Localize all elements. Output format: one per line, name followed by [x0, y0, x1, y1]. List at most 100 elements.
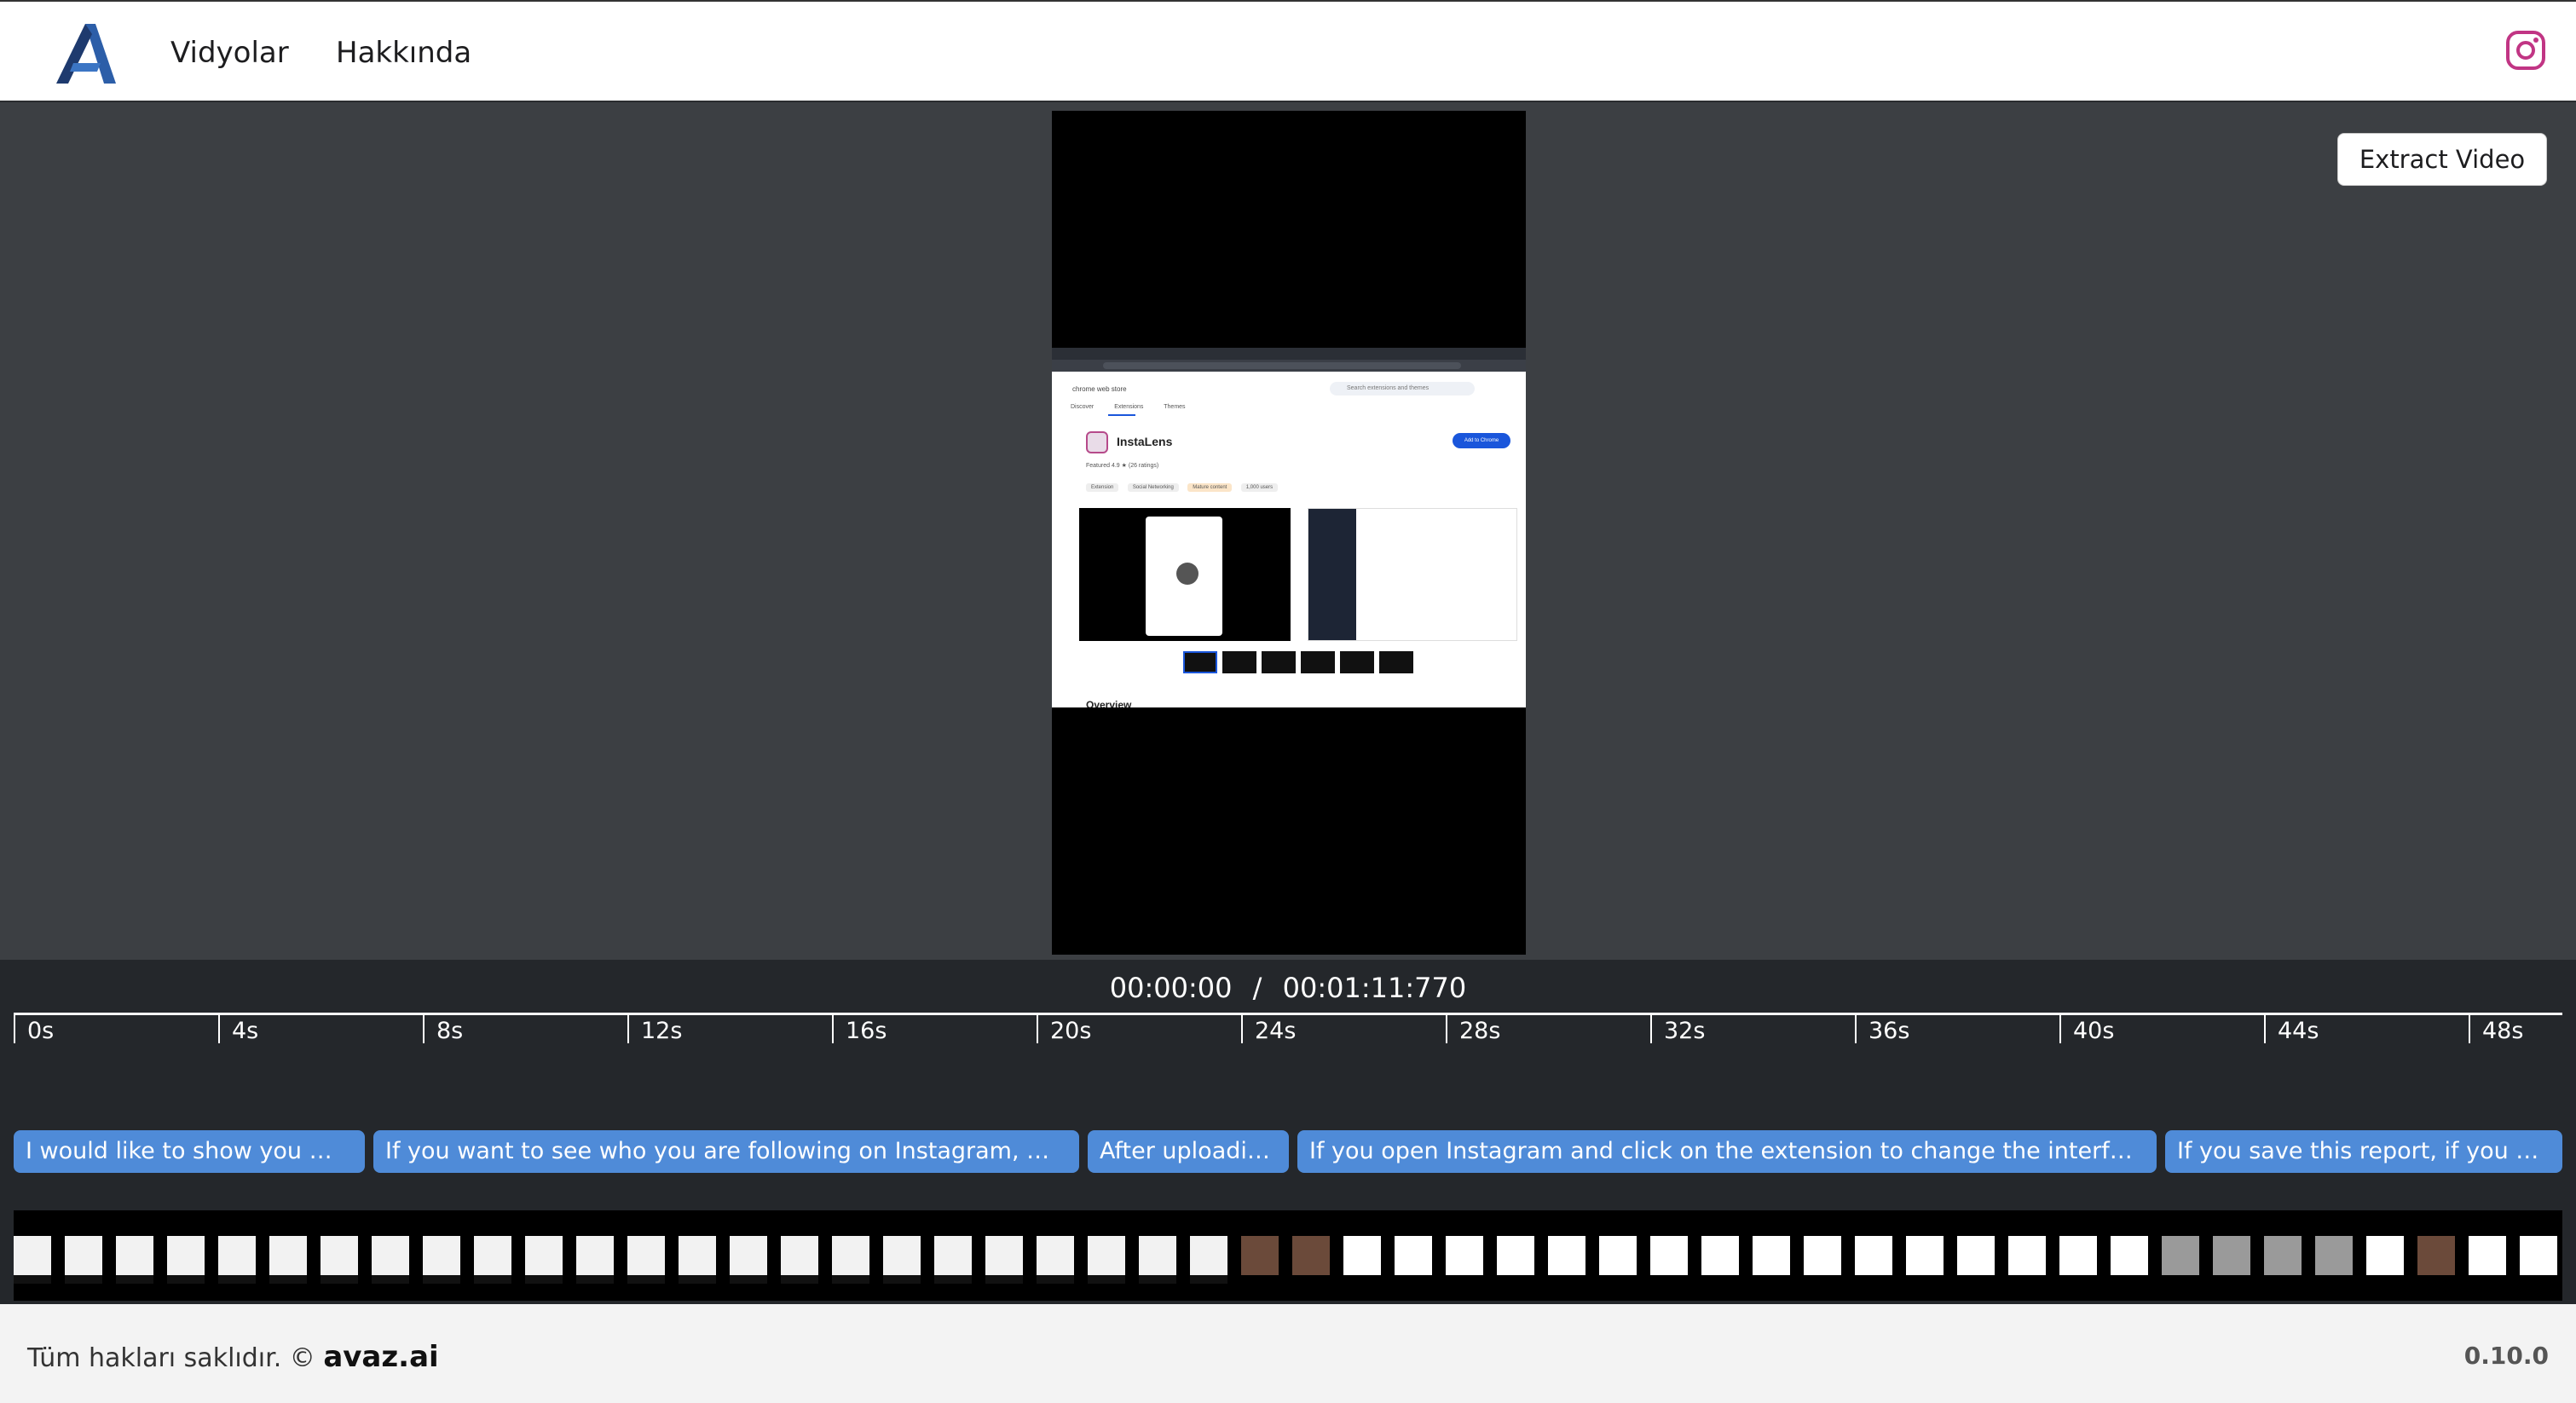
ruler-tick-label: 40s — [2073, 1018, 2115, 1044]
ruler-tick — [2059, 1013, 2061, 1043]
extract-video-button[interactable]: Extract Video — [2337, 133, 2547, 186]
frame-thumbnail[interactable] — [730, 1236, 767, 1284]
frame-thumbnail[interactable] — [2264, 1236, 2302, 1275]
frame-thumbnail[interactable] — [372, 1236, 409, 1284]
frame-thumbnail[interactable] — [679, 1236, 716, 1284]
brand-link[interactable]: avaz.ai — [323, 1340, 438, 1374]
video-preview-area: Extract Video chrome web store Search ex… — [0, 102, 2576, 960]
frame-thumbnail[interactable] — [1548, 1236, 1585, 1275]
ruler-tick-label: 4s — [232, 1018, 259, 1044]
frame-thumbnail[interactable] — [2520, 1236, 2557, 1275]
frame-thumbnail[interactable] — [883, 1236, 921, 1284]
frame-thumbnail[interactable] — [1599, 1236, 1637, 1275]
ruler-tick — [832, 1013, 834, 1043]
frame-thumbnail[interactable] — [781, 1236, 818, 1284]
frame-thumbnail[interactable] — [269, 1236, 307, 1284]
frame-thumbnail[interactable] — [1497, 1236, 1534, 1275]
copyright-text: Tüm hakları saklıdır. © avaz.ai — [27, 1340, 439, 1374]
total-time: 00:01:11:770 — [1282, 972, 1467, 1004]
frame-thumbnail[interactable] — [65, 1236, 102, 1284]
frame-thumbnail[interactable] — [2111, 1236, 2148, 1275]
store-name: chrome web store — [1072, 385, 1127, 393]
frame-thumbnail[interactable] — [1139, 1236, 1176, 1284]
frame-thumbnail[interactable] — [1190, 1236, 1227, 1284]
frame-thumbnail[interactable] — [1753, 1236, 1790, 1275]
ruler-tick-label: 24s — [1255, 1018, 1297, 1044]
store-search-input: Search extensions and themes — [1330, 382, 1475, 395]
subtitle-track: I would like to show you my ... If you w… — [14, 1130, 2562, 1175]
frame-thumbnail[interactable] — [627, 1236, 665, 1284]
frame-thumbnail[interactable] — [1343, 1236, 1381, 1275]
ruler-tick-label: 12s — [641, 1018, 683, 1044]
frame-thumbnail[interactable] — [525, 1236, 563, 1284]
frame-thumbnail[interactable] — [14, 1236, 51, 1284]
frame-thumbnail[interactable] — [1855, 1236, 1892, 1275]
top-navbar: Vidyolar Hakkında — [0, 0, 2576, 102]
ruler-tick — [423, 1013, 425, 1043]
subtitle-segment[interactable]: If you want to see who you are following… — [373, 1130, 1079, 1173]
frame-thumbnail[interactable] — [2059, 1236, 2097, 1275]
ruler-tick-label: 48s — [2482, 1018, 2524, 1044]
frame-thumbnail[interactable] — [167, 1236, 205, 1284]
overview-heading: Overview — [1086, 699, 1132, 707]
time-ruler[interactable]: 0s 4s 8s 12s 16s 20s 24s 28s 32s 36s 40s 44s 48s — [14, 1013, 2562, 1050]
play-icon — [1176, 563, 1198, 585]
frame-thumbnail[interactable] — [2417, 1236, 2455, 1275]
chip: Social Networking — [1127, 483, 1179, 492]
video-frame: chrome web store Search extensions and t… — [1052, 348, 1526, 707]
ruler-tick — [1650, 1013, 1652, 1043]
frame-thumbnail[interactable] — [474, 1236, 511, 1284]
frame-thumbnail[interactable] — [2213, 1236, 2250, 1275]
subtitle-segment[interactable]: If you save this report, if you compa — [2165, 1130, 2562, 1173]
frame-thumbnail-strip[interactable] — [14, 1210, 2562, 1301]
nav-about-link[interactable]: Hakkında — [336, 36, 471, 70]
frame-thumbnail[interactable] — [2366, 1236, 2404, 1275]
frame-thumbnail[interactable] — [832, 1236, 869, 1284]
subtitle-segment[interactable]: If you open Instagram and click on the e… — [1297, 1130, 2157, 1173]
frame-thumbnail[interactable] — [1701, 1236, 1739, 1275]
frame-thumbnail[interactable] — [2315, 1236, 2353, 1275]
active-tab-indicator — [1108, 414, 1135, 416]
browser-tab-bar — [1052, 348, 1526, 360]
frame-thumbnail[interactable] — [1088, 1236, 1125, 1284]
subtitle-segment[interactable]: After uploadin... — [1088, 1130, 1289, 1173]
instagram-icon[interactable] — [2504, 29, 2547, 72]
footer: Tüm hakları saklıdır. © avaz.ai 0.10.0 — [0, 1304, 2576, 1403]
add-to-chrome-button: Add to Chrome — [1453, 433, 1510, 448]
frame-thumbnail[interactable] — [1957, 1236, 1995, 1275]
subtitle-segment[interactable]: I would like to show you my ... — [14, 1130, 365, 1173]
frame-thumbnail[interactable] — [985, 1236, 1023, 1284]
frame-thumbnail[interactable] — [218, 1236, 256, 1284]
timeline-panel: 00:00:00 / 00:01:11:770 0s 4s 8s 12s 16s 20s 2… — [0, 960, 2576, 1304]
frame-thumbnail[interactable] — [1650, 1236, 1688, 1275]
timecode-display: 00:00:00 / 00:01:11:770 — [0, 972, 2576, 1004]
ruler-tick-label: 0s — [27, 1018, 55, 1044]
frame-thumbnail[interactable] — [1292, 1236, 1330, 1275]
time-separator: / — [1252, 972, 1262, 1004]
nav-videos-link[interactable]: Vidyolar — [170, 36, 289, 70]
frame-thumbnail[interactable] — [934, 1236, 972, 1284]
frame-thumbnail[interactable] — [116, 1236, 153, 1284]
ruler-tick — [2264, 1013, 2266, 1043]
frame-thumbnail[interactable] — [576, 1236, 614, 1284]
frame-thumbnail[interactable] — [423, 1236, 460, 1284]
frame-thumbnail[interactable] — [2008, 1236, 2046, 1275]
frame-thumbnail[interactable] — [1446, 1236, 1483, 1275]
frame-thumbnail[interactable] — [2162, 1236, 2199, 1275]
frame-thumbnail[interactable] — [1241, 1236, 1279, 1275]
frame-thumbnail[interactable] — [1906, 1236, 1944, 1275]
frame-thumbnail[interactable] — [2469, 1236, 2506, 1275]
screenshot-dashboard — [1308, 508, 1517, 641]
avaz-logo-icon[interactable] — [55, 24, 116, 84]
browser-url-bar — [1052, 360, 1526, 372]
frame-thumbnail[interactable] — [1395, 1236, 1432, 1275]
frame-thumbnail[interactable] — [321, 1236, 358, 1284]
store-tab-themes: Themes — [1164, 404, 1186, 410]
ruler-tick — [218, 1013, 220, 1043]
chip: Mature content — [1187, 483, 1233, 492]
frame-thumbnail[interactable] — [1804, 1236, 1841, 1275]
ruler-tick-label: 16s — [846, 1018, 887, 1044]
current-time: 00:00:00 — [1109, 972, 1233, 1004]
video-player[interactable]: chrome web store Search extensions and t… — [1052, 111, 1526, 955]
frame-thumbnail[interactable] — [1037, 1236, 1074, 1284]
